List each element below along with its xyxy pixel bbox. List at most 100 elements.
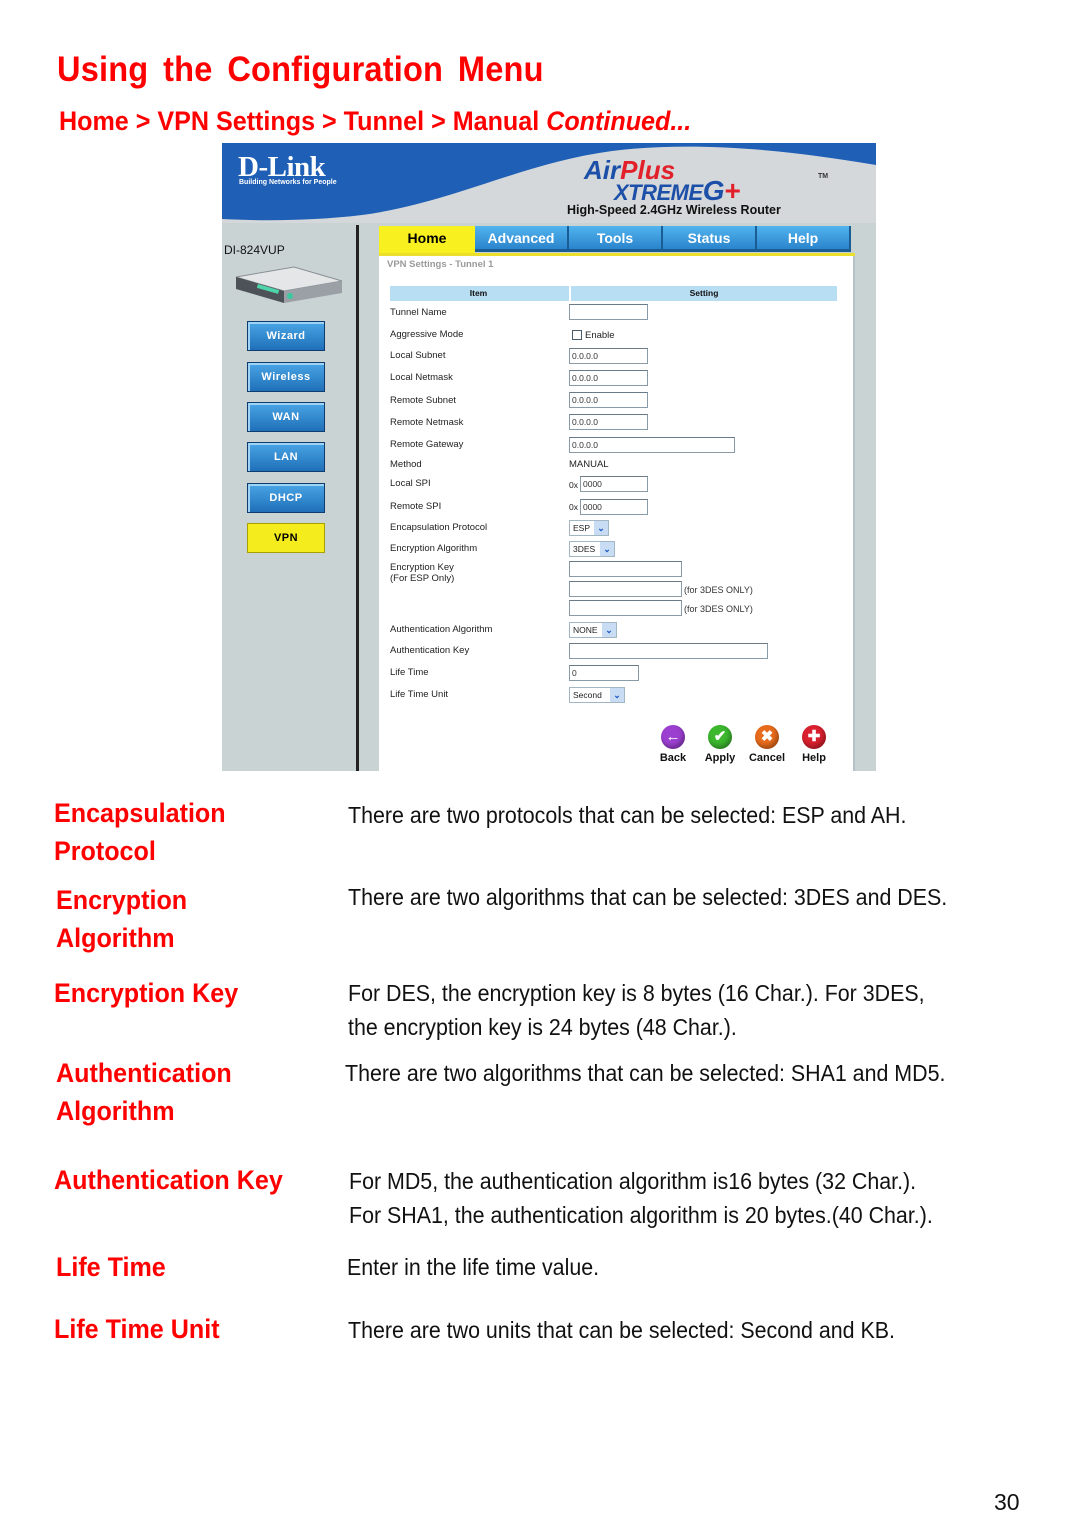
table-header: Item Setting [390,286,837,301]
router-banner: D-Link Building Networks for People AirP… [222,143,876,223]
encryption-key-input-1[interactable] [569,561,682,577]
tab-bar: Home Advanced Tools Status Help [379,226,855,256]
label-remote-subnet: Remote Subnet [390,395,457,406]
label-encryption-algorithm: Encryption Algorithm [390,543,478,554]
local-spi-input[interactable]: 0000 [580,476,648,492]
cancel-label: Cancel [748,752,786,764]
sidebar-gutter [359,225,377,771]
tab-advanced[interactable]: Advanced [475,226,569,252]
breadcrumb: Home > VPN Settings > Tunnel > Manual Co… [59,106,691,137]
life-time-unit-select[interactable]: Second ⌄ [569,687,625,703]
sidebar-item-lan[interactable]: LAN [247,442,325,472]
encryption-key-hint-2: (for 3DES ONLY) [684,585,753,595]
life-time-input[interactable]: 0 [569,665,639,681]
remote-netmask-input[interactable]: 0.0.0.0 [569,414,648,430]
desc-authentication-algorithm: There are two algorithms that can be sel… [345,1060,946,1086]
desc-life-time-unit: There are two units that can be selected… [348,1317,895,1343]
router-ui-screenshot: D-Link Building Networks for People AirP… [222,143,876,771]
back-button[interactable]: ← Back [653,725,693,764]
back-arrow-icon: ← [661,725,685,749]
router-device-image [235,266,343,303]
page-number: 30 [994,1489,1020,1515]
label-tunnel-name: Tunnel Name [390,307,447,318]
encryption-algorithm-value: 3DES [573,544,596,554]
authentication-key-input[interactable] [569,643,768,659]
vpn-settings-panel: VPN Settings - Tunnel 1 Item Setting Tun… [379,256,855,771]
sidebar-item-dhcp[interactable]: DHCP [247,483,325,513]
authentication-algorithm-value: NONE [573,625,598,635]
sidebar-item-wizard[interactable]: Wizard [247,321,325,351]
label-encryption-key: Encryption Key (For ESP Only) [390,562,455,584]
sidebar-item-wireless[interactable]: Wireless [247,362,325,392]
sidebar-item-wan[interactable]: WAN [247,402,325,432]
tab-help[interactable]: Help [757,226,851,252]
encryption-key-hint-3: (for 3DES ONLY) [684,604,753,614]
tab-tools[interactable]: Tools [569,226,663,252]
label-life-time-unit: Life Time Unit [390,689,449,700]
panel-title: VPN Settings - Tunnel 1 [387,259,494,270]
tab-status[interactable]: Status [663,226,757,252]
method-value: MANUAL [569,459,609,470]
label-aggressive-mode: Aggressive Mode [390,329,464,340]
desc-encapsulation-protocol: There are two protocols that can be sele… [348,802,907,828]
chevron-down-icon: ⌄ [600,542,614,556]
remote-subnet-input[interactable]: 0.0.0.0 [569,392,648,408]
breadcrumb-continued: Continued... [546,106,692,136]
checkmark-icon: ✔ [708,725,732,749]
label-method: Method [390,459,422,470]
remote-gateway-input[interactable]: 0.0.0.0 [569,437,735,453]
header-item: Item [469,288,488,298]
local-subnet-input[interactable]: 0.0.0.0 [569,348,648,364]
encryption-key-input-2[interactable] [569,581,682,597]
encapsulation-protocol-value: ESP [573,523,591,533]
tunnel-name-input[interactable] [569,304,648,320]
trademark: TM [818,173,829,180]
help-button[interactable]: ✚ Help [794,725,834,764]
chevron-down-icon: ⌄ [610,688,624,702]
main-content: Home Advanced Tools Status Help VPN Sett… [377,223,876,771]
encapsulation-protocol-select[interactable]: ESP ⌄ [569,520,609,536]
label-local-netmask: Local Netmask [390,372,453,383]
aggressive-mode-checkbox[interactable] [572,330,582,340]
aggressive-mode-enable-label: Enable [585,330,615,341]
term-encapsulation-protocol: Encapsulation Protocol [54,798,226,866]
term-life-time: Life Time [56,1252,166,1282]
desc-authentication-key: For MD5, the authentication algorithm is… [349,1168,933,1228]
apply-label: Apply [704,752,736,764]
term-encryption-algorithm: Encryption Algorithm [56,885,188,953]
desc-encryption-key: For DES, the encryption key is 8 bytes (… [348,980,925,1040]
apply-button[interactable]: ✔ Apply [700,725,740,764]
dlink-tagline: Building Networks for People [239,179,337,186]
remote-spi-input[interactable]: 0000 [580,499,648,515]
label-local-subnet: Local Subnet [390,350,446,361]
back-label: Back [659,752,687,764]
authentication-algorithm-select[interactable]: NONE ⌄ [569,622,617,638]
label-life-time: Life Time [390,667,429,678]
header-setting: Setting [569,286,837,301]
tab-home[interactable]: Home [379,226,475,256]
help-plus-icon: ✚ [802,725,826,749]
remote-spi-prefix: 0x [569,502,578,512]
chevron-down-icon: ⌄ [594,521,608,535]
desc-encryption-algorithm: There are two algorithms that can be sel… [348,884,948,910]
cancel-button[interactable]: ✖ Cancel [747,725,787,764]
encryption-key-input-3[interactable] [569,600,682,616]
cancel-x-icon: ✖ [755,725,779,749]
label-remote-spi: Remote SPI [390,501,442,512]
local-netmask-input[interactable]: 0.0.0.0 [569,370,648,386]
life-time-unit-value: Second [573,690,602,700]
encryption-algorithm-select[interactable]: 3DES ⌄ [569,541,615,557]
label-local-spi: Local SPI [390,478,431,489]
label-remote-netmask: Remote Netmask [390,417,464,428]
chevron-down-icon: ⌄ [602,623,616,637]
sidebar-item-vpn[interactable]: VPN [247,523,325,553]
term-authentication-key: Authentication Key [54,1165,283,1195]
breadcrumb-path: Home > VPN Settings > Tunnel > Manual [59,106,540,136]
help-label: Help [802,752,826,764]
label-encapsulation-protocol: Encapsulation Protocol [390,522,488,533]
page-title: Using the Configuration Menu [57,50,544,89]
label-authentication-key: Authentication Key [390,645,470,656]
term-life-time-unit: Life Time Unit [54,1314,220,1344]
product-tagline: High-Speed 2.4GHz Wireless Router [567,203,781,217]
label-authentication-algorithm: Authentication Algorithm [390,624,493,635]
